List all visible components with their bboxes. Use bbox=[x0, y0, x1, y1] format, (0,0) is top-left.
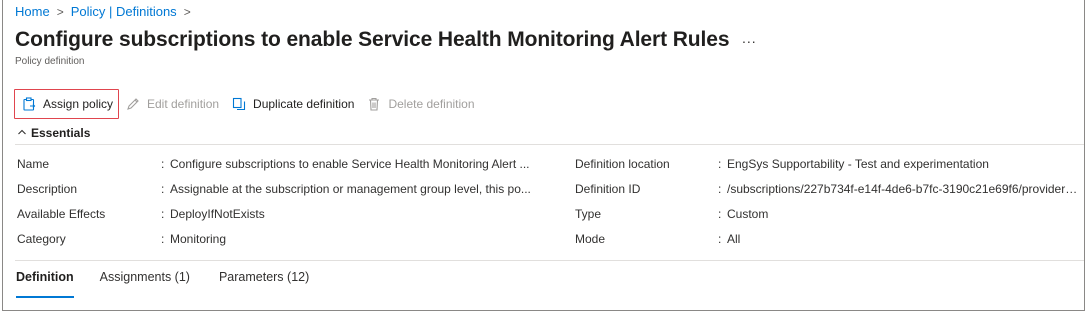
essentials-colon: : bbox=[718, 182, 722, 196]
breadcrumb-definitions-link[interactable]: Policy | Definitions bbox=[71, 4, 177, 19]
essentials-value: All bbox=[727, 232, 741, 246]
essentials-value: DeployIfNotExists bbox=[170, 207, 265, 221]
essentials-value: Configure subscriptions to enable Servic… bbox=[170, 157, 530, 171]
essentials-label: Name bbox=[17, 157, 50, 171]
essentials-label: Mode bbox=[575, 232, 606, 246]
trash-icon bbox=[367, 97, 381, 111]
tab-label: Parameters (12) bbox=[218, 270, 310, 284]
essentials-label: Definition location bbox=[575, 157, 670, 171]
essentials-value: EngSys Supportability - Test and experim… bbox=[727, 157, 989, 171]
essentials-colon: : bbox=[718, 207, 722, 221]
essentials-colon: : bbox=[161, 232, 165, 246]
essentials-label: Definition ID bbox=[575, 182, 641, 196]
essentials-value: Custom bbox=[727, 207, 769, 221]
pencil-icon bbox=[126, 97, 140, 111]
chevron-right-icon: > bbox=[183, 4, 191, 19]
delete-definition-label: Delete definition bbox=[388, 97, 475, 111]
assign-policy-button[interactable]: Assign policy bbox=[14, 89, 119, 119]
essentials-title: Essentials bbox=[31, 126, 91, 140]
edit-definition-label: Edit definition bbox=[147, 97, 220, 111]
tab-definition[interactable]: Definition bbox=[16, 270, 74, 298]
essentials-value: Assignable at the subscription or manage… bbox=[170, 182, 531, 196]
category-link[interactable]: Monitoring bbox=[170, 232, 535, 246]
essentials-colon: : bbox=[161, 157, 165, 171]
delete-definition-button[interactable]: Delete definition bbox=[360, 89, 480, 119]
essentials-colon: : bbox=[718, 157, 722, 171]
copy-icon bbox=[232, 97, 246, 111]
page-title: Configure subscriptions to enable Servic… bbox=[15, 28, 730, 51]
breadcrumb-home-link[interactable]: Home bbox=[15, 4, 50, 19]
chevron-right-icon: > bbox=[56, 4, 64, 19]
tab-list: Definition Assignments (1) Parameters (1… bbox=[16, 270, 309, 298]
tab-label: Assignments (1) bbox=[99, 270, 190, 284]
assign-icon bbox=[22, 97, 36, 111]
tab-assignments[interactable]: Assignments (1) bbox=[100, 270, 190, 296]
assign-policy-label: Assign policy bbox=[43, 97, 114, 111]
essentials-label: Available Effects bbox=[17, 207, 106, 221]
essentials-value: /subscriptions/227b734f-e14f-4de6-b7fc-3… bbox=[727, 182, 1079, 196]
essentials-label: Description bbox=[17, 182, 78, 196]
duplicate-definition-label: Duplicate definition bbox=[253, 97, 355, 111]
page-subtitle: Policy definition bbox=[15, 56, 85, 67]
essentials-label: Type bbox=[575, 207, 602, 221]
breadcrumb: Home > Policy | Definitions > bbox=[15, 4, 198, 19]
essentials-colon: : bbox=[161, 182, 165, 196]
more-options-button[interactable]: ... bbox=[742, 30, 757, 46]
essentials-colon: : bbox=[161, 207, 165, 221]
duplicate-definition-button[interactable]: Duplicate definition bbox=[225, 89, 360, 119]
command-bar: Assign policy Edit definition Duplicate … bbox=[14, 89, 481, 119]
edit-definition-button[interactable]: Edit definition bbox=[119, 89, 225, 119]
active-tab-indicator bbox=[16, 296, 74, 298]
essentials-colon: : bbox=[718, 232, 722, 246]
divider bbox=[15, 144, 1084, 145]
chevron-up-icon bbox=[17, 127, 27, 140]
essentials-label: Category bbox=[17, 232, 66, 246]
divider bbox=[15, 260, 1084, 261]
essentials-toggle[interactable]: Essentials bbox=[17, 126, 90, 140]
tab-parameters[interactable]: Parameters (12) bbox=[219, 270, 309, 296]
tab-label: Definition bbox=[16, 270, 74, 284]
